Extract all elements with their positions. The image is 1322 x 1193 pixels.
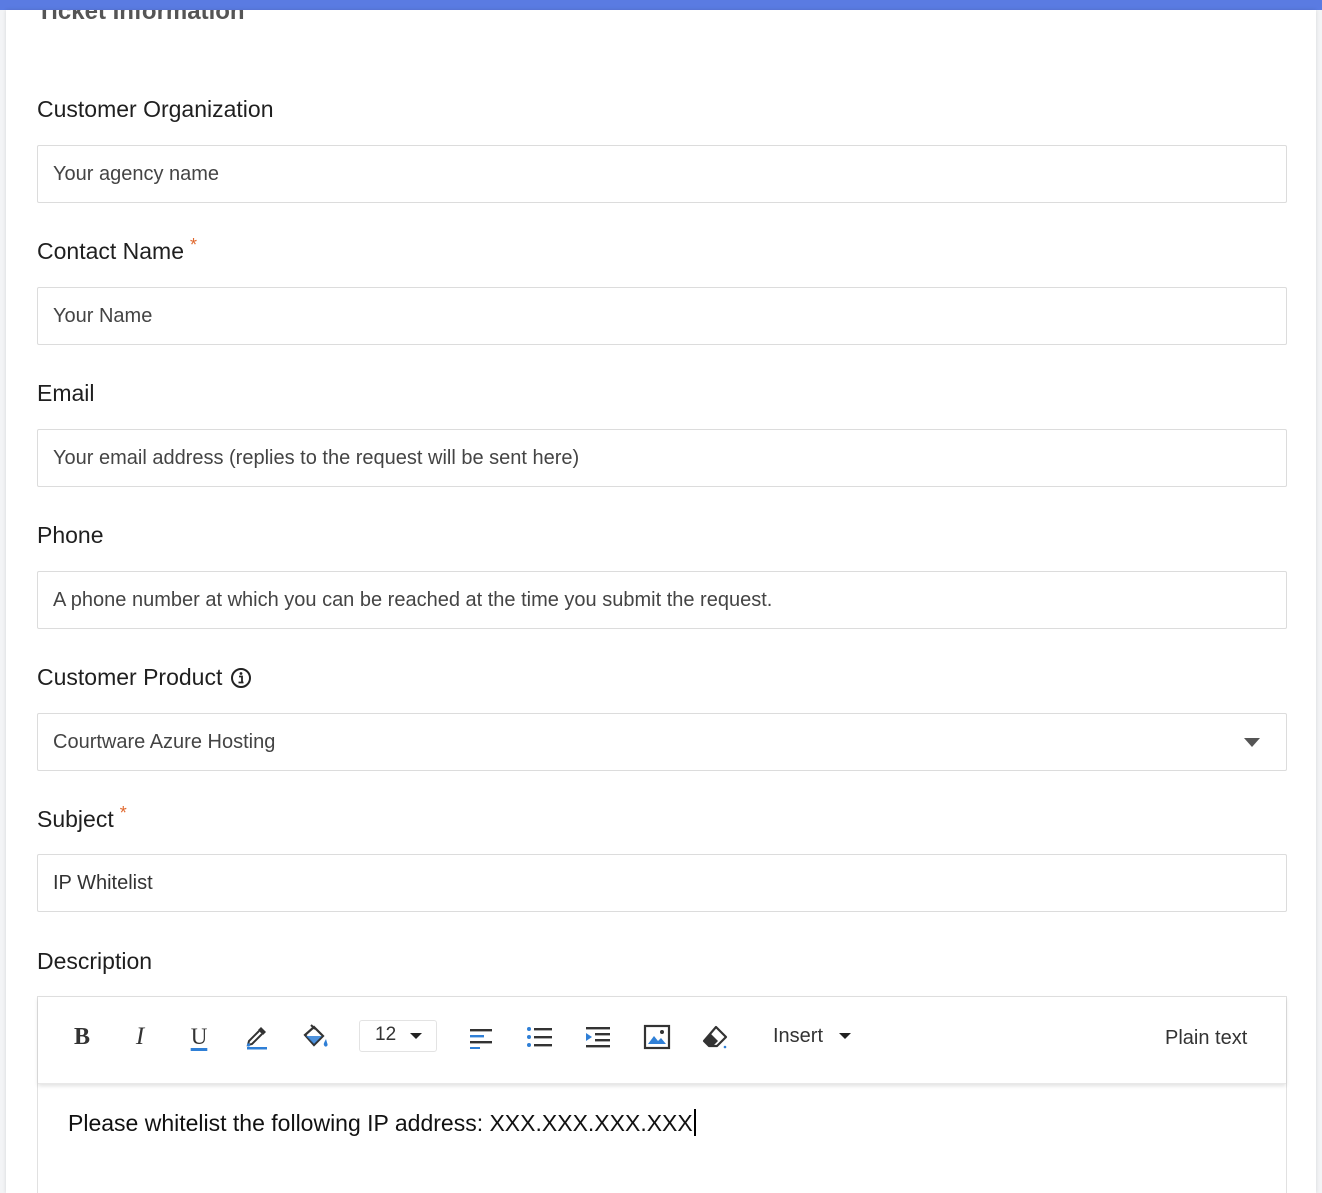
chevron-down-icon bbox=[410, 1033, 422, 1039]
bold-icon: B bbox=[73, 1023, 90, 1050]
section-title: Ticket Information bbox=[37, 10, 245, 25]
required-indicator: * bbox=[119, 803, 127, 823]
italic-button[interactable]: I bbox=[125, 1022, 155, 1052]
customer-product-label: Customer Product bbox=[37, 664, 252, 691]
image-icon bbox=[643, 1024, 671, 1050]
phone-input[interactable] bbox=[38, 572, 1253, 628]
text-color-button[interactable] bbox=[242, 1022, 272, 1052]
background-color-button[interactable] bbox=[300, 1022, 330, 1052]
phone-field[interactable] bbox=[37, 571, 1287, 629]
indent-icon bbox=[586, 1027, 610, 1048]
contact-name-input[interactable] bbox=[38, 288, 1253, 344]
contact-name-label-text: Contact Name bbox=[37, 238, 185, 264]
plain-text-toggle[interactable]: Plain text bbox=[1165, 1027, 1247, 1050]
editor-toolbar: B I U 12 Insert Plain text bbox=[38, 997, 1286, 1084]
chevron-down-icon[interactable] bbox=[1244, 738, 1260, 747]
font-size-select[interactable]: 12 bbox=[359, 1020, 437, 1052]
text-cursor bbox=[693, 1109, 696, 1136]
description-editor-content[interactable]: Please whitelist the following IP addres… bbox=[68, 1109, 1248, 1137]
eraser-icon bbox=[702, 1025, 728, 1049]
indent-button[interactable] bbox=[583, 1022, 613, 1052]
contact-name-label: Contact Name * bbox=[37, 235, 198, 265]
customer-organization-label-text: Customer Organization bbox=[37, 96, 274, 122]
required-indicator: * bbox=[190, 235, 198, 255]
text-color-icon bbox=[246, 1027, 267, 1050]
insert-menu-label: Insert bbox=[773, 1025, 824, 1047]
customer-product-select[interactable]: Courtware Azure Hosting bbox=[37, 713, 1287, 771]
align-left-icon bbox=[470, 1029, 492, 1049]
email-input[interactable] bbox=[38, 430, 1253, 486]
bulleted-list-icon bbox=[527, 1027, 552, 1047]
customer-organization-input[interactable] bbox=[38, 146, 1253, 202]
customer-organization-field[interactable] bbox=[37, 145, 1287, 203]
customer-organization-label: Customer Organization bbox=[37, 96, 274, 123]
contact-name-field[interactable] bbox=[37, 287, 1287, 345]
customer-product-selected-value: Courtware Azure Hosting bbox=[53, 731, 276, 753]
align-left-button[interactable] bbox=[466, 1022, 496, 1052]
chevron-down-icon bbox=[838, 1033, 851, 1039]
subject-field[interactable] bbox=[37, 854, 1287, 912]
background-color-icon bbox=[303, 1024, 328, 1047]
underline-icon: U bbox=[190, 1024, 208, 1049]
subject-label-text: Subject bbox=[37, 806, 114, 832]
top-accent-bar bbox=[0, 0, 1322, 10]
font-size-value: 12 bbox=[375, 1024, 397, 1045]
customer-product-label-text: Customer Product bbox=[37, 664, 223, 690]
description-label-text: Description bbox=[37, 948, 153, 974]
underline-button[interactable]: U bbox=[184, 1022, 214, 1052]
insert-menu-button[interactable]: Insert bbox=[773, 1025, 851, 1048]
bulleted-list-button[interactable] bbox=[525, 1022, 555, 1052]
insert-image-button[interactable] bbox=[642, 1022, 672, 1052]
ticket-form-card: Ticket Information Customer Organization… bbox=[6, 10, 1316, 1193]
italic-icon: I bbox=[135, 1023, 145, 1050]
phone-label: Phone bbox=[37, 522, 104, 549]
subject-input[interactable] bbox=[38, 855, 1253, 911]
description-label: Description bbox=[37, 948, 152, 975]
info-circle-icon[interactable] bbox=[230, 667, 252, 689]
description-editor[interactable]: B I U 12 Insert Plain text Please whitel… bbox=[37, 996, 1287, 1193]
clear-formatting-button[interactable] bbox=[700, 1022, 730, 1052]
bold-button[interactable]: B bbox=[67, 1022, 97, 1052]
email-label: Email bbox=[37, 380, 95, 407]
email-field[interactable] bbox=[37, 429, 1287, 487]
description-text: Please whitelist the following IP addres… bbox=[68, 1110, 693, 1136]
subject-label: Subject * bbox=[37, 803, 127, 833]
phone-label-text: Phone bbox=[37, 522, 104, 548]
email-label-text: Email bbox=[37, 380, 95, 406]
